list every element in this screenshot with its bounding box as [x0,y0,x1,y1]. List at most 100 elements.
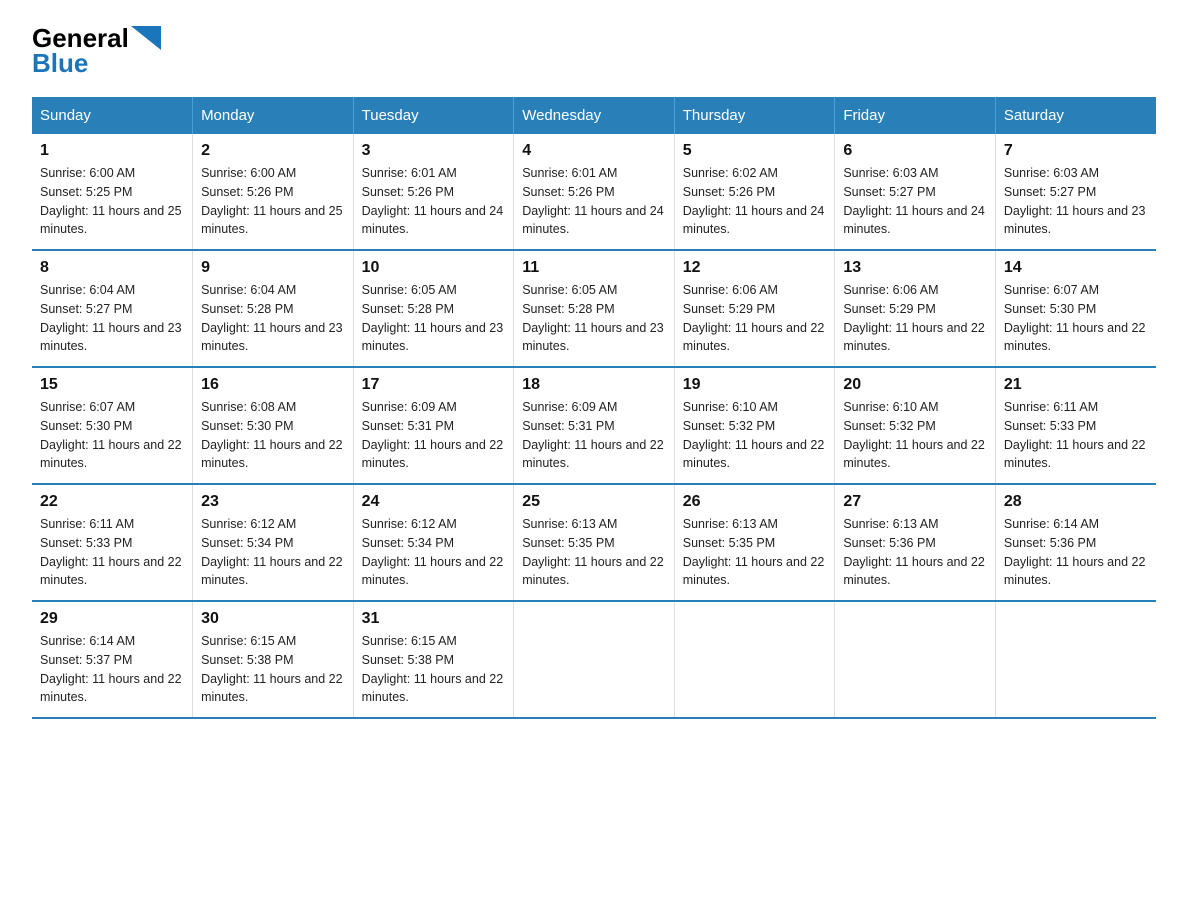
day-detail: Sunrise: 6:13 AMSunset: 5:35 PMDaylight:… [683,517,825,587]
day-detail: Sunrise: 6:04 AMSunset: 5:28 PMDaylight:… [201,283,343,353]
calendar-week-row: 8 Sunrise: 6:04 AMSunset: 5:27 PMDayligh… [32,250,1156,367]
day-detail: Sunrise: 6:01 AMSunset: 5:26 PMDaylight:… [362,166,504,236]
day-number: 28 [1004,493,1148,511]
calendar-cell: 14 Sunrise: 6:07 AMSunset: 5:30 PMDaylig… [995,250,1156,367]
day-detail: Sunrise: 6:03 AMSunset: 5:27 PMDaylight:… [843,166,985,236]
calendar-cell [835,601,996,718]
day-number: 21 [1004,376,1148,394]
day-detail: Sunrise: 6:14 AMSunset: 5:37 PMDaylight:… [40,634,182,704]
calendar-cell: 16 Sunrise: 6:08 AMSunset: 5:30 PMDaylig… [193,367,354,484]
calendar-cell: 9 Sunrise: 6:04 AMSunset: 5:28 PMDayligh… [193,250,354,367]
day-number: 6 [843,142,987,160]
day-number: 30 [201,610,345,628]
calendar-cell: 12 Sunrise: 6:06 AMSunset: 5:29 PMDaylig… [674,250,835,367]
day-detail: Sunrise: 6:15 AMSunset: 5:38 PMDaylight:… [201,634,343,704]
day-detail: Sunrise: 6:14 AMSunset: 5:36 PMDaylight:… [1004,517,1146,587]
day-number: 1 [40,142,184,160]
day-number: 3 [362,142,506,160]
calendar-cell: 22 Sunrise: 6:11 AMSunset: 5:33 PMDaylig… [32,484,193,601]
day-detail: Sunrise: 6:09 AMSunset: 5:31 PMDaylight:… [522,400,664,470]
day-number: 4 [522,142,666,160]
weekday-header-wednesday: Wednesday [514,97,675,134]
day-detail: Sunrise: 6:04 AMSunset: 5:27 PMDaylight:… [40,283,182,353]
calendar-cell: 17 Sunrise: 6:09 AMSunset: 5:31 PMDaylig… [353,367,514,484]
day-number: 25 [522,493,666,511]
day-detail: Sunrise: 6:07 AMSunset: 5:30 PMDaylight:… [40,400,182,470]
weekday-header-sunday: Sunday [32,97,193,134]
calendar-cell: 24 Sunrise: 6:12 AMSunset: 5:34 PMDaylig… [353,484,514,601]
calendar-cell: 26 Sunrise: 6:13 AMSunset: 5:35 PMDaylig… [674,484,835,601]
logo-blue-text: Blue [32,49,161,78]
day-detail: Sunrise: 6:11 AMSunset: 5:33 PMDaylight:… [40,517,182,587]
calendar-cell: 27 Sunrise: 6:13 AMSunset: 5:36 PMDaylig… [835,484,996,601]
calendar-week-row: 29 Sunrise: 6:14 AMSunset: 5:37 PMDaylig… [32,601,1156,718]
logo: General Blue [32,24,161,77]
calendar-week-row: 1 Sunrise: 6:00 AMSunset: 5:25 PMDayligh… [32,134,1156,250]
day-number: 16 [201,376,345,394]
day-detail: Sunrise: 6:10 AMSunset: 5:32 PMDaylight:… [843,400,985,470]
calendar-cell: 11 Sunrise: 6:05 AMSunset: 5:28 PMDaylig… [514,250,675,367]
day-number: 22 [40,493,184,511]
day-detail: Sunrise: 6:13 AMSunset: 5:35 PMDaylight:… [522,517,664,587]
weekday-header-tuesday: Tuesday [353,97,514,134]
day-detail: Sunrise: 6:00 AMSunset: 5:26 PMDaylight:… [201,166,343,236]
day-number: 15 [40,376,184,394]
day-detail: Sunrise: 6:08 AMSunset: 5:30 PMDaylight:… [201,400,343,470]
calendar-week-row: 15 Sunrise: 6:07 AMSunset: 5:30 PMDaylig… [32,367,1156,484]
calendar-table: SundayMondayTuesdayWednesdayThursdayFrid… [32,97,1156,719]
calendar-cell: 13 Sunrise: 6:06 AMSunset: 5:29 PMDaylig… [835,250,996,367]
day-detail: Sunrise: 6:11 AMSunset: 5:33 PMDaylight:… [1004,400,1146,470]
calendar-cell: 31 Sunrise: 6:15 AMSunset: 5:38 PMDaylig… [353,601,514,718]
day-detail: Sunrise: 6:13 AMSunset: 5:36 PMDaylight:… [843,517,985,587]
day-number: 18 [522,376,666,394]
calendar-cell: 3 Sunrise: 6:01 AMSunset: 5:26 PMDayligh… [353,134,514,250]
calendar-cell: 1 Sunrise: 6:00 AMSunset: 5:25 PMDayligh… [32,134,193,250]
calendar-cell: 18 Sunrise: 6:09 AMSunset: 5:31 PMDaylig… [514,367,675,484]
day-number: 17 [362,376,506,394]
day-number: 24 [362,493,506,511]
day-number: 5 [683,142,827,160]
day-number: 10 [362,259,506,277]
weekday-header-friday: Friday [835,97,996,134]
calendar-cell: 5 Sunrise: 6:02 AMSunset: 5:26 PMDayligh… [674,134,835,250]
day-number: 27 [843,493,987,511]
calendar-cell: 20 Sunrise: 6:10 AMSunset: 5:32 PMDaylig… [835,367,996,484]
day-detail: Sunrise: 6:10 AMSunset: 5:32 PMDaylight:… [683,400,825,470]
day-number: 14 [1004,259,1148,277]
day-number: 12 [683,259,827,277]
calendar-cell: 15 Sunrise: 6:07 AMSunset: 5:30 PMDaylig… [32,367,193,484]
calendar-cell [514,601,675,718]
day-number: 29 [40,610,184,628]
calendar-cell: 25 Sunrise: 6:13 AMSunset: 5:35 PMDaylig… [514,484,675,601]
calendar-cell: 28 Sunrise: 6:14 AMSunset: 5:36 PMDaylig… [995,484,1156,601]
day-detail: Sunrise: 6:09 AMSunset: 5:31 PMDaylight:… [362,400,504,470]
day-number: 2 [201,142,345,160]
day-number: 9 [201,259,345,277]
calendar-cell: 10 Sunrise: 6:05 AMSunset: 5:28 PMDaylig… [353,250,514,367]
day-detail: Sunrise: 6:05 AMSunset: 5:28 PMDaylight:… [522,283,664,353]
day-detail: Sunrise: 6:12 AMSunset: 5:34 PMDaylight:… [362,517,504,587]
day-number: 8 [40,259,184,277]
calendar-cell [995,601,1156,718]
day-number: 11 [522,259,666,277]
day-detail: Sunrise: 6:05 AMSunset: 5:28 PMDaylight:… [362,283,504,353]
weekday-header-thursday: Thursday [674,97,835,134]
day-detail: Sunrise: 6:06 AMSunset: 5:29 PMDaylight:… [683,283,825,353]
weekday-header-row: SundayMondayTuesdayWednesdayThursdayFrid… [32,97,1156,134]
day-number: 23 [201,493,345,511]
day-detail: Sunrise: 6:12 AMSunset: 5:34 PMDaylight:… [201,517,343,587]
day-number: 7 [1004,142,1148,160]
calendar-cell: 30 Sunrise: 6:15 AMSunset: 5:38 PMDaylig… [193,601,354,718]
page-header: General Blue [32,24,1156,77]
calendar-cell: 6 Sunrise: 6:03 AMSunset: 5:27 PMDayligh… [835,134,996,250]
calendar-week-row: 22 Sunrise: 6:11 AMSunset: 5:33 PMDaylig… [32,484,1156,601]
day-detail: Sunrise: 6:01 AMSunset: 5:26 PMDaylight:… [522,166,664,236]
calendar-cell: 23 Sunrise: 6:12 AMSunset: 5:34 PMDaylig… [193,484,354,601]
day-number: 26 [683,493,827,511]
calendar-cell: 4 Sunrise: 6:01 AMSunset: 5:26 PMDayligh… [514,134,675,250]
day-number: 13 [843,259,987,277]
day-detail: Sunrise: 6:02 AMSunset: 5:26 PMDaylight:… [683,166,825,236]
calendar-cell: 8 Sunrise: 6:04 AMSunset: 5:27 PMDayligh… [32,250,193,367]
calendar-cell: 7 Sunrise: 6:03 AMSunset: 5:27 PMDayligh… [995,134,1156,250]
day-detail: Sunrise: 6:03 AMSunset: 5:27 PMDaylight:… [1004,166,1146,236]
